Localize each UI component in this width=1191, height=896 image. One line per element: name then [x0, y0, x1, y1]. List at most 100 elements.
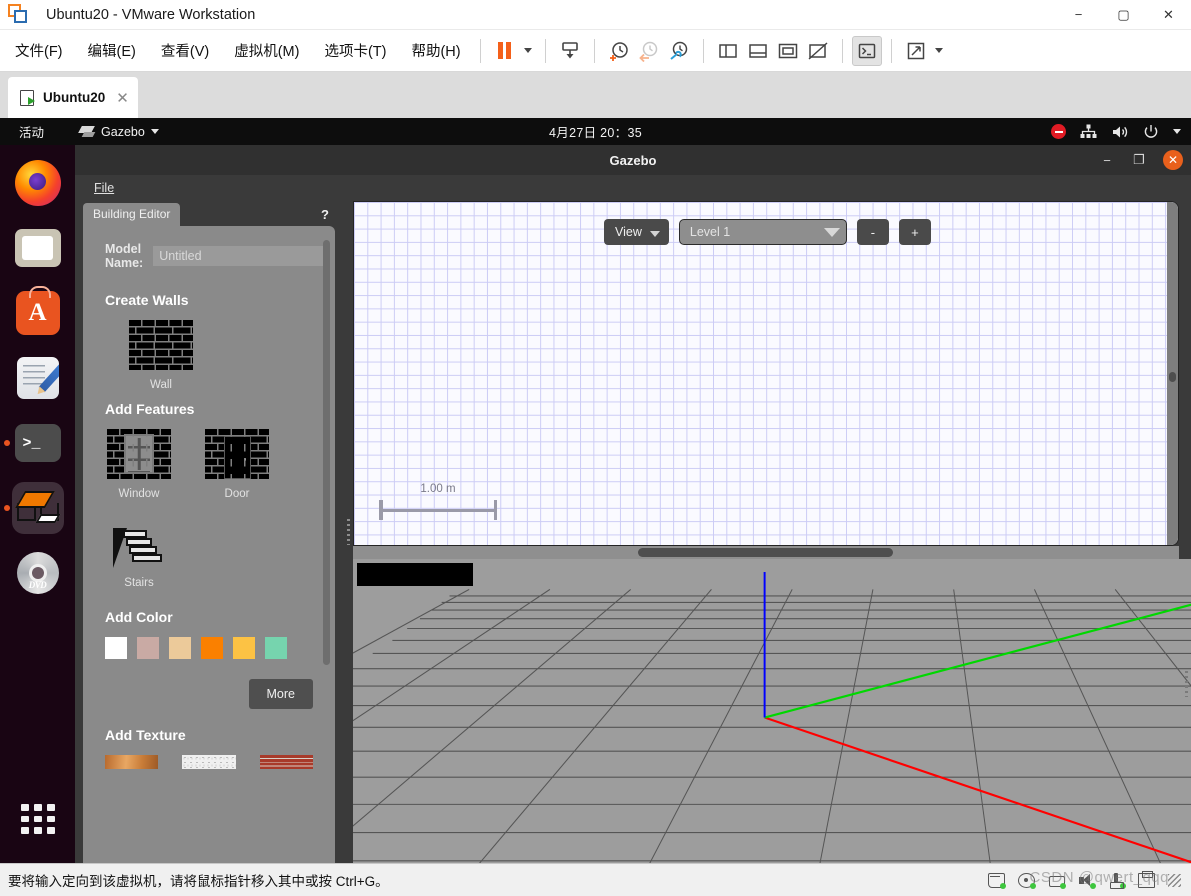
gazebo-3d-viewport[interactable] [353, 559, 1191, 863]
gazebo-maximize-button[interactable]: ❐ [1131, 152, 1147, 168]
gazebo-minimize-button[interactable]: − [1099, 152, 1115, 168]
vmware-window-title: Ubuntu20 - VMware Workstation [46, 6, 256, 23]
volume-icon[interactable] [1111, 124, 1129, 140]
dock-item-files[interactable] [12, 222, 64, 274]
revert-snapshot-button[interactable] [634, 36, 664, 66]
maximize-button[interactable]: ▢ [1101, 0, 1146, 30]
panel-splitter[interactable] [343, 201, 353, 863]
model-name-label: Model Name: [105, 242, 144, 270]
color-swatch-rose[interactable] [137, 637, 159, 659]
hide-thumbnail-bar-button[interactable] [803, 36, 833, 66]
editor-vertical-scrollbar[interactable] [1167, 202, 1178, 545]
dock-item-firefox[interactable] [12, 157, 64, 209]
panel-left-icon [718, 43, 737, 58]
status-device-harddisk[interactable] [988, 872, 1006, 889]
color-swatch-mint[interactable] [265, 637, 287, 659]
tool-wall-label: Wall [150, 379, 172, 391]
take-snapshot-button[interactable] [604, 36, 634, 66]
screenshot-root: Ubuntu20 - VMware Workstation − ▢ ✕ 文件(F… [0, 0, 1191, 896]
color-swatch-white[interactable] [105, 637, 127, 659]
fullscreen-button[interactable] [901, 36, 931, 66]
show-bottom-pane-button[interactable] [743, 36, 773, 66]
dock-item-software[interactable]: A [12, 286, 64, 339]
dock-item-dvd[interactable]: DVD [12, 547, 64, 599]
color-swatch-orange[interactable] [201, 637, 223, 659]
menu-view[interactable]: 查看(V) [151, 36, 219, 65]
menu-tabs[interactable]: 选项卡(T) [314, 36, 396, 65]
level-select[interactable]: Level 1 [678, 219, 847, 245]
menu-help[interactable]: 帮助(H) [401, 36, 470, 65]
menu-file[interactable]: 文件(F) [5, 36, 73, 65]
status-device-printer[interactable] [1138, 870, 1155, 888]
activities-button[interactable]: 活动 [12, 120, 51, 143]
building-2d-editor[interactable]: View Level 1 - + 1.00 m [353, 201, 1179, 546]
dock-item-show-apps[interactable] [12, 793, 64, 845]
power-icon[interactable] [1143, 124, 1159, 140]
tool-window[interactable]: Window [105, 429, 173, 500]
vm-tab-label: Ubuntu20 [43, 90, 106, 105]
vmware-window-controls: − ▢ ✕ [1056, 0, 1191, 30]
show-left-pane-button[interactable] [713, 36, 743, 66]
close-button[interactable]: ✕ [1146, 0, 1191, 30]
color-swatch-amber[interactable] [233, 637, 255, 659]
scrollbar-thumb[interactable] [638, 548, 893, 557]
dock-item-text-editor[interactable] [12, 352, 64, 404]
panel-tabrow: Building Editor ? [75, 201, 343, 226]
tool-wall[interactable]: Wall [127, 320, 195, 391]
toolbar-separator [593, 38, 595, 63]
chevron-down-icon[interactable] [1173, 129, 1181, 134]
texture-swatches [105, 755, 313, 769]
network-icon[interactable] [1080, 124, 1097, 139]
texture-wood[interactable] [105, 755, 159, 769]
help-button[interactable]: ? [321, 207, 329, 222]
show-thumbnail-bar-button[interactable] [773, 36, 803, 66]
section-title-add-features: Add Features [105, 401, 195, 417]
remove-level-button[interactable]: - [856, 219, 889, 245]
door-icon [205, 429, 269, 479]
menu-vm[interactable]: 虚拟机(M) [224, 36, 309, 65]
dock-item-terminal[interactable]: >_ [3, 417, 64, 469]
status-device-sound[interactable] [1078, 873, 1096, 889]
texture-granite[interactable] [182, 755, 236, 769]
send-ctrl-alt-del-button[interactable] [555, 36, 585, 66]
status-device-network[interactable] [1048, 873, 1066, 889]
wall-brick-icon [129, 320, 193, 370]
color-swatch-tan[interactable] [169, 637, 191, 659]
dock-item-gazebo[interactable] [3, 482, 64, 534]
chevron-down-icon [649, 231, 660, 237]
gazebo-menu-file[interactable]: File [89, 179, 119, 197]
console-view-button[interactable] [851, 35, 882, 66]
status-device-cdrom[interactable] [1018, 872, 1036, 889]
panel-scrollbar[interactable] [323, 240, 330, 665]
vm-tab-ubuntu20[interactable]: Ubuntu20 ✕ [8, 77, 138, 118]
gazebo-close-button[interactable]: ✕ [1163, 150, 1183, 170]
add-level-button[interactable]: + [898, 219, 931, 245]
more-colors-button[interactable]: More [248, 679, 313, 709]
pause-dropdown[interactable] [520, 36, 536, 66]
app-menu-gazebo[interactable]: Gazebo [73, 123, 166, 141]
model-name-input[interactable] [153, 246, 327, 266]
tool-stairs[interactable]: Stairs [105, 528, 173, 589]
do-not-disturb-icon[interactable] [1051, 124, 1066, 139]
fullscreen-dropdown[interactable] [931, 36, 947, 66]
pause-vm-button[interactable] [490, 36, 520, 66]
vmware-statusbar: 要将输入定向到该虚拟机，请将鼠标指针移入其中或按 Ctrl+G。 [0, 863, 1191, 896]
vm-tab-close-icon[interactable]: ✕ [116, 89, 129, 107]
ubuntu-clock[interactable]: 4月27日 20：35 [549, 122, 642, 141]
editor-horizontal-scrollbar[interactable] [353, 546, 1179, 559]
tool-door[interactable]: Door [203, 429, 271, 500]
view-dropdown-button[interactable]: View [604, 219, 669, 245]
snapshot-manager-button[interactable] [664, 36, 694, 66]
scrollbar-thumb[interactable] [1169, 372, 1176, 382]
expand-icon [907, 42, 924, 59]
menu-edit[interactable]: 编辑(E) [78, 36, 146, 65]
minimize-button[interactable]: − [1056, 0, 1101, 30]
window-resize-grip[interactable] [1168, 873, 1181, 887]
dvd-label: DVD [28, 580, 47, 590]
tab-building-editor[interactable]: Building Editor [83, 203, 181, 226]
status-device-usb[interactable] [1108, 872, 1126, 889]
firefox-icon [14, 160, 61, 206]
scale-indicator: 1.00 m [379, 483, 497, 520]
gazebo-window-controls: − ❐ ✕ [1099, 150, 1183, 170]
texture-brick[interactable] [259, 755, 313, 769]
